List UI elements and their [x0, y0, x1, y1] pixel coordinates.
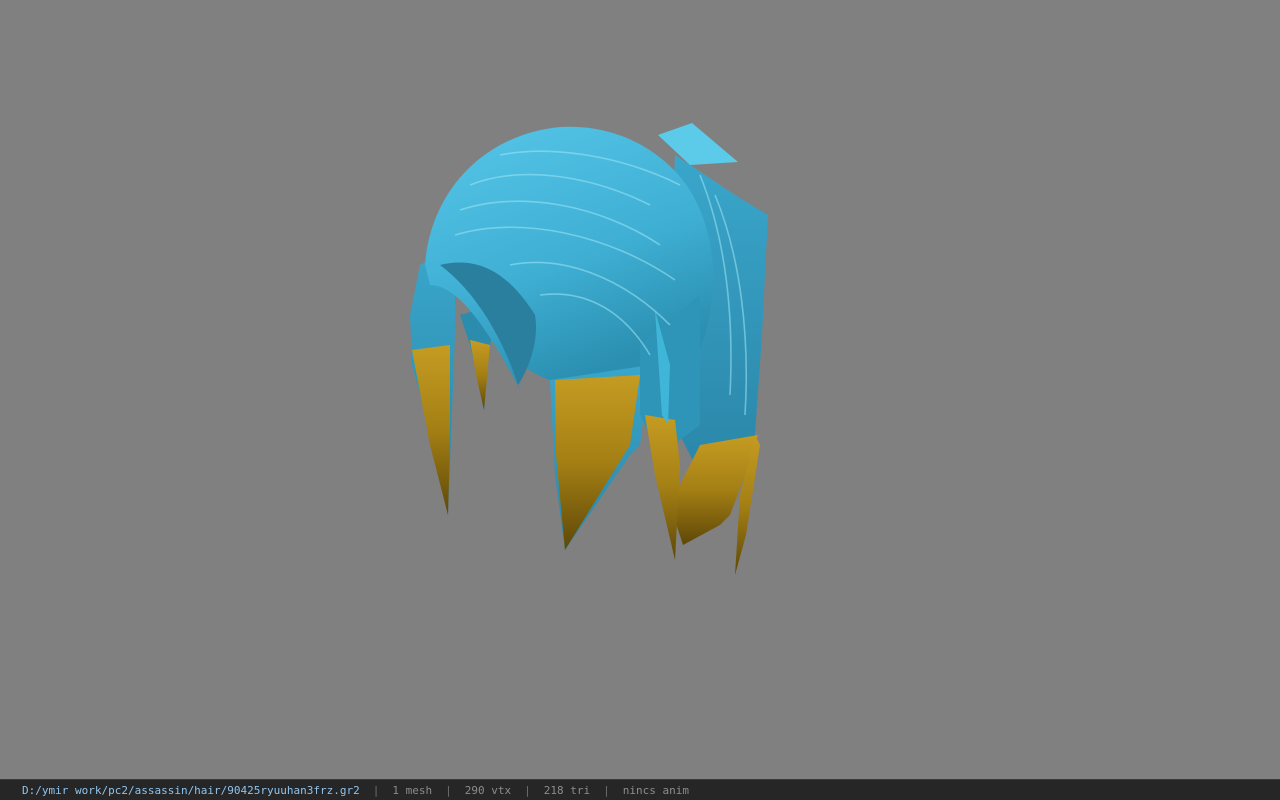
mesh-count: 1 mesh	[392, 783, 433, 797]
separator: |	[603, 783, 610, 797]
hair-model-render[interactable]	[400, 115, 780, 585]
separator: |	[372, 783, 380, 797]
status-bar: D:/ymir work/pc2/assassin/hair/90425ryuu…	[0, 779, 1280, 800]
triangle-count: 218 tri	[543, 783, 591, 797]
separator: |	[445, 783, 452, 797]
vertex-count: 290 vtx	[464, 783, 512, 797]
3d-viewport[interactable]	[0, 0, 1280, 779]
file-path: D:/ymir work/pc2/assassin/hair/90425ryuu…	[22, 783, 360, 797]
animation-info: nincs anim	[622, 783, 689, 797]
separator: |	[524, 783, 531, 797]
